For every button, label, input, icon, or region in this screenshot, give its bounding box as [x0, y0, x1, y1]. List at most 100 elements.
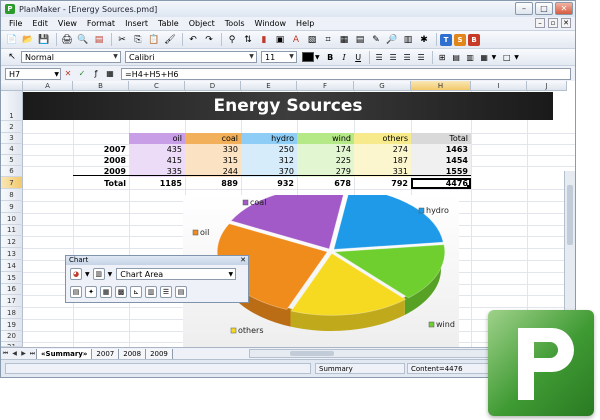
row-header-20[interactable]: 20: [1, 331, 23, 342]
font-select[interactable]: Calibri ▼: [125, 51, 257, 63]
row-header-7[interactable]: 7: [1, 177, 23, 189]
select-all-corner[interactable]: [1, 81, 23, 91]
style-select[interactable]: Normal ▼: [21, 51, 121, 63]
chart-type-button[interactable]: ◕: [70, 268, 82, 280]
row-header-4[interactable]: 4: [1, 144, 23, 155]
close-icon[interactable]: ✕: [240, 256, 246, 265]
softmaker-launch-icon[interactable]: S: [454, 33, 466, 46]
chart-element-select[interactable]: Chart Area ▼: [116, 268, 237, 280]
highlighter-button[interactable]: ✎: [369, 33, 383, 47]
row-header-1[interactable]: 1: [1, 91, 23, 121]
maximize-button[interactable]: □: [535, 2, 553, 15]
insert-drawing-button[interactable]: ⌗: [321, 33, 335, 47]
chart-data-button[interactable]: ▦: [100, 286, 112, 298]
menu-file[interactable]: File: [1, 17, 27, 30]
column-header-h[interactable]: H: [411, 81, 471, 91]
row-header-15[interactable]: 15: [1, 272, 23, 284]
sort-button[interactable]: ⇅: [241, 33, 255, 47]
row-label-cell[interactable]: 2007: [73, 144, 129, 155]
textmaker-launch-icon[interactable]: T: [440, 33, 452, 46]
data-cell[interactable]: 435: [129, 144, 185, 155]
cancel-entry-button[interactable]: ✕: [61, 68, 75, 80]
chart-toolbar-title-bar[interactable]: Chart ✕: [66, 256, 248, 265]
close-button[interactable]: ✕: [555, 2, 573, 15]
row-header-16[interactable]: 16: [1, 284, 23, 295]
header-cell-coal[interactable]: coal: [185, 133, 241, 144]
font-size-select[interactable]: 11 ▼: [261, 51, 297, 63]
row-header-18[interactable]: 18: [1, 307, 23, 319]
sheet-tab-2009[interactable]: 2009: [145, 348, 173, 360]
chart-series-button[interactable]: ▥: [145, 286, 157, 298]
format-painter-button[interactable]: 🖌: [163, 33, 177, 47]
chart-wizard-button[interactable]: ✦: [85, 286, 97, 298]
worksheet-grid[interactable]: A B C D E F G H I J 1 2 3 4 5 6 7 8 9 10…: [1, 81, 575, 347]
borders-button[interactable]: ▦: [478, 51, 491, 64]
row-header-5[interactable]: 5: [1, 155, 23, 166]
sheet-tab-2007[interactable]: 2007: [91, 348, 120, 360]
prev-sheet-button[interactable]: ◀: [10, 349, 19, 359]
pdf-export-button[interactable]: ▤: [92, 33, 106, 47]
paste-button[interactable]: 📋: [147, 33, 161, 47]
menu-tools[interactable]: Tools: [220, 17, 250, 30]
data-cell[interactable]: 312: [241, 155, 297, 166]
doc-minimize-button[interactable]: –: [535, 18, 545, 28]
data-cell[interactable]: 225: [297, 155, 354, 166]
insert-chart-button[interactable]: ▮: [257, 33, 271, 47]
row-header-13[interactable]: 13: [1, 248, 23, 260]
header-cell-hydro[interactable]: hydro: [241, 133, 297, 144]
calculator-button[interactable]: ▦: [103, 68, 117, 80]
number-format-button[interactable]: ⊞: [436, 51, 449, 64]
text-color-button[interactable]: [301, 51, 314, 64]
planmaker-app-icon[interactable]: P: [5, 4, 15, 14]
menu-table[interactable]: Table: [153, 17, 184, 30]
insert-textframe-button[interactable]: A: [289, 33, 303, 47]
vertical-scroll-thumb[interactable]: [567, 185, 573, 245]
row-header-14[interactable]: 14: [1, 260, 23, 272]
row-header-9[interactable]: 9: [1, 201, 23, 213]
chart-style-button[interactable]: ▥: [92, 268, 105, 280]
total-cell[interactable]: 889: [185, 178, 241, 189]
align-left-button[interactable]: ☰: [373, 51, 386, 64]
presentations-launch-icon[interactable]: B: [468, 33, 480, 46]
zoom-button[interactable]: 🔎: [385, 33, 399, 47]
new-button[interactable]: 📄: [5, 33, 19, 47]
bold-button[interactable]: B: [324, 51, 337, 64]
row-header-6[interactable]: 6: [1, 166, 23, 177]
data-cell[interactable]: 250: [241, 144, 297, 155]
chevron-down-icon[interactable]: ▼: [514, 54, 519, 61]
column-header-b[interactable]: B: [73, 81, 129, 91]
data-cell[interactable]: 315: [185, 155, 241, 166]
percent-button[interactable]: ▤: [450, 51, 463, 64]
copy-button[interactable]: ⎘: [131, 33, 145, 47]
first-sheet-button[interactable]: ⏮: [1, 349, 10, 359]
row-label-cell[interactable]: 2008: [73, 155, 129, 166]
chart-grid-button[interactable]: ▩: [115, 286, 127, 298]
total-label-cell[interactable]: Total: [73, 178, 129, 189]
sheet-title-banner[interactable]: Energy Sources: [23, 92, 553, 120]
chart-axis-button[interactable]: ⊾: [130, 286, 142, 298]
header-cell-oil[interactable]: oil: [129, 133, 185, 144]
chart-toolbar-panel[interactable]: Chart ✕ ◕ ▼ ▥ ▼ Chart Area ▼ ▤ ✦ ▦ ▩ ⊾ ▥…: [65, 255, 249, 303]
cut-button[interactable]: ✂: [115, 33, 129, 47]
italic-button[interactable]: I: [338, 51, 351, 64]
chevron-down-icon[interactable]: ▼: [85, 271, 90, 278]
insert-picture-button[interactable]: ▧: [305, 33, 319, 47]
chart-labels-button[interactable]: ▤: [175, 286, 187, 298]
data-cell[interactable]: 274: [354, 144, 411, 155]
menu-edit[interactable]: Edit: [27, 17, 53, 30]
row-header-11[interactable]: 11: [1, 225, 23, 236]
menu-insert[interactable]: Insert: [120, 17, 153, 30]
menu-view[interactable]: View: [53, 17, 82, 30]
menu-window[interactable]: Window: [250, 17, 292, 30]
underline-button[interactable]: U: [352, 51, 365, 64]
data-cell[interactable]: 174: [297, 144, 354, 155]
doc-restore-button[interactable]: ▫: [548, 18, 558, 28]
header-cell-others[interactable]: others: [354, 133, 411, 144]
row-header-19[interactable]: 19: [1, 319, 23, 331]
menu-format[interactable]: Format: [82, 17, 120, 30]
print-button[interactable]: 🖨: [60, 33, 74, 47]
align-center-button[interactable]: ☰: [387, 51, 400, 64]
row-header-12[interactable]: 12: [1, 236, 23, 248]
row-header-8[interactable]: 8: [1, 189, 23, 201]
column-header-j[interactable]: J: [527, 81, 567, 91]
